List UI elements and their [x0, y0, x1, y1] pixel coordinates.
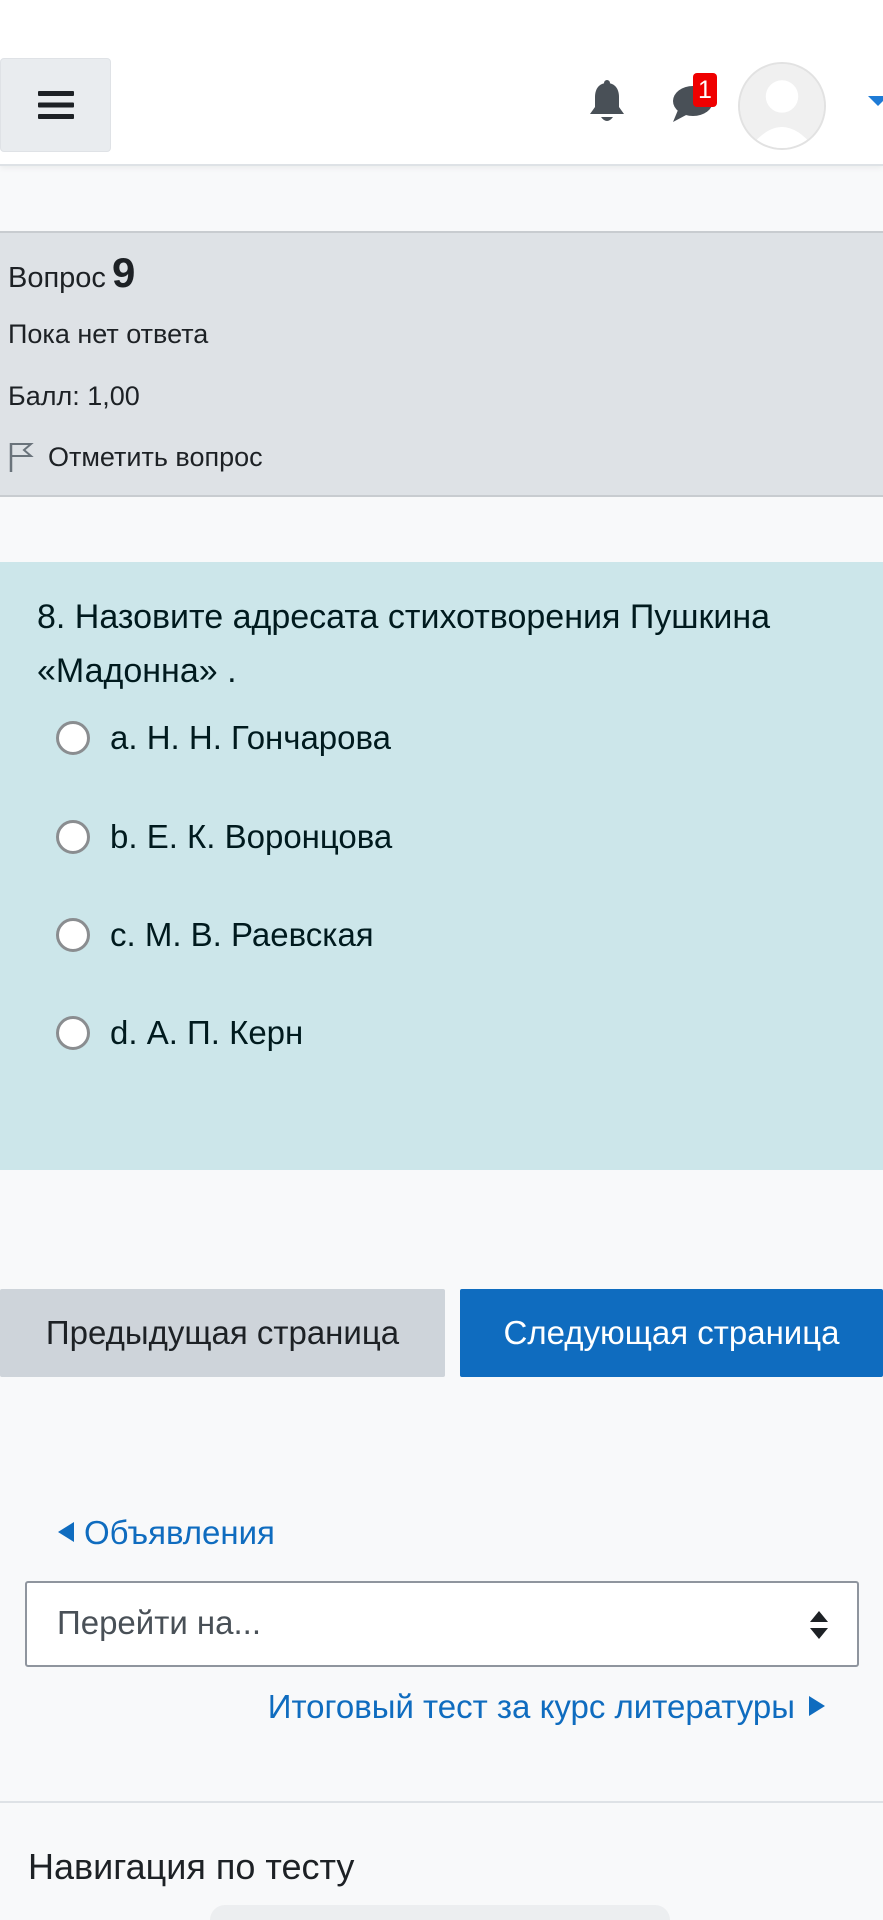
answer-label: a. Н. Н. Гончарова [110, 719, 392, 756]
select-arrows-icon [810, 1611, 828, 1639]
question-info-box: Вопрос 9 Пока нет ответа Балл: 1,00 Отмет… [0, 231, 883, 497]
answer-option-b[interactable]: b. Е. К. Воронцова [56, 812, 392, 862]
question-number-value: 9 [111, 249, 136, 296]
previous-page-button[interactable]: Предыдущая страница [0, 1289, 445, 1377]
radio-button[interactable] [56, 721, 90, 755]
quiz-page: 1 Вопрос 9 Пока нет ответа Балл: 1,00 Отм… [0, 0, 883, 1920]
question-grade: Балл: 1,00 [8, 381, 140, 411]
user-avatar-icon [740, 64, 824, 148]
flag-question-label: Отметить вопрос [48, 441, 263, 472]
answer-option-d[interactable]: d. А. П. Керн [56, 1008, 303, 1058]
question-number: Вопрос 9 [8, 249, 135, 297]
messages-count-badge: 1 [693, 73, 717, 107]
triangle-left-icon [58, 1522, 74, 1543]
answer-label: b. Е. К. Воронцова [110, 818, 393, 855]
menu-button[interactable] [0, 58, 111, 152]
flag-question-link[interactable]: Отметить вопрос [8, 441, 263, 473]
question-number-label: Вопрос [8, 262, 106, 294]
user-avatar[interactable] [738, 62, 826, 150]
next-activity-label: Итоговый тест за курс литературы [267, 1688, 795, 1725]
jump-to-select[interactable]: Перейти на... [25, 1581, 859, 1667]
answer-option-c[interactable]: c. М. В. Раевская [56, 910, 374, 960]
answer-option-a[interactable]: a. Н. Н. Гончарова [56, 713, 391, 763]
radio-button[interactable] [56, 1016, 90, 1050]
flag-icon [9, 443, 34, 472]
radio-button[interactable] [56, 820, 90, 854]
section-divider [0, 1801, 883, 1803]
user-menu-caret-icon[interactable] [868, 96, 883, 106]
quiz-navigation-title: Навигация по тесту [28, 1846, 355, 1887]
triangle-right-icon [809, 1696, 825, 1717]
question-state: Пока нет ответа [8, 319, 209, 349]
answer-label: c. М. В. Раевская [110, 916, 374, 953]
top-navbar: 1 [0, 0, 883, 166]
bell-icon[interactable] [586, 80, 628, 126]
previous-activity-label: Объявления [84, 1514, 275, 1551]
next-activity-link[interactable]: Итоговый тест за курс литературы [268, 1688, 825, 1726]
question-text: 8. Назовите адресата стихотворения Пушки… [37, 598, 771, 690]
next-page-button[interactable]: Следующая страница [460, 1289, 883, 1377]
hamburger-icon [37, 91, 74, 119]
jump-to-placeholder: Перейти на... [57, 1604, 262, 1641]
question-content: 8. Назовите адресата стихотворения Пушки… [0, 562, 883, 1170]
answer-label: d. А. П. Керн [110, 1014, 304, 1051]
quiz-navigation-buttons-row [210, 1905, 670, 1920]
radio-button[interactable] [56, 918, 90, 952]
previous-activity-link[interactable]: Объявления [58, 1514, 275, 1552]
